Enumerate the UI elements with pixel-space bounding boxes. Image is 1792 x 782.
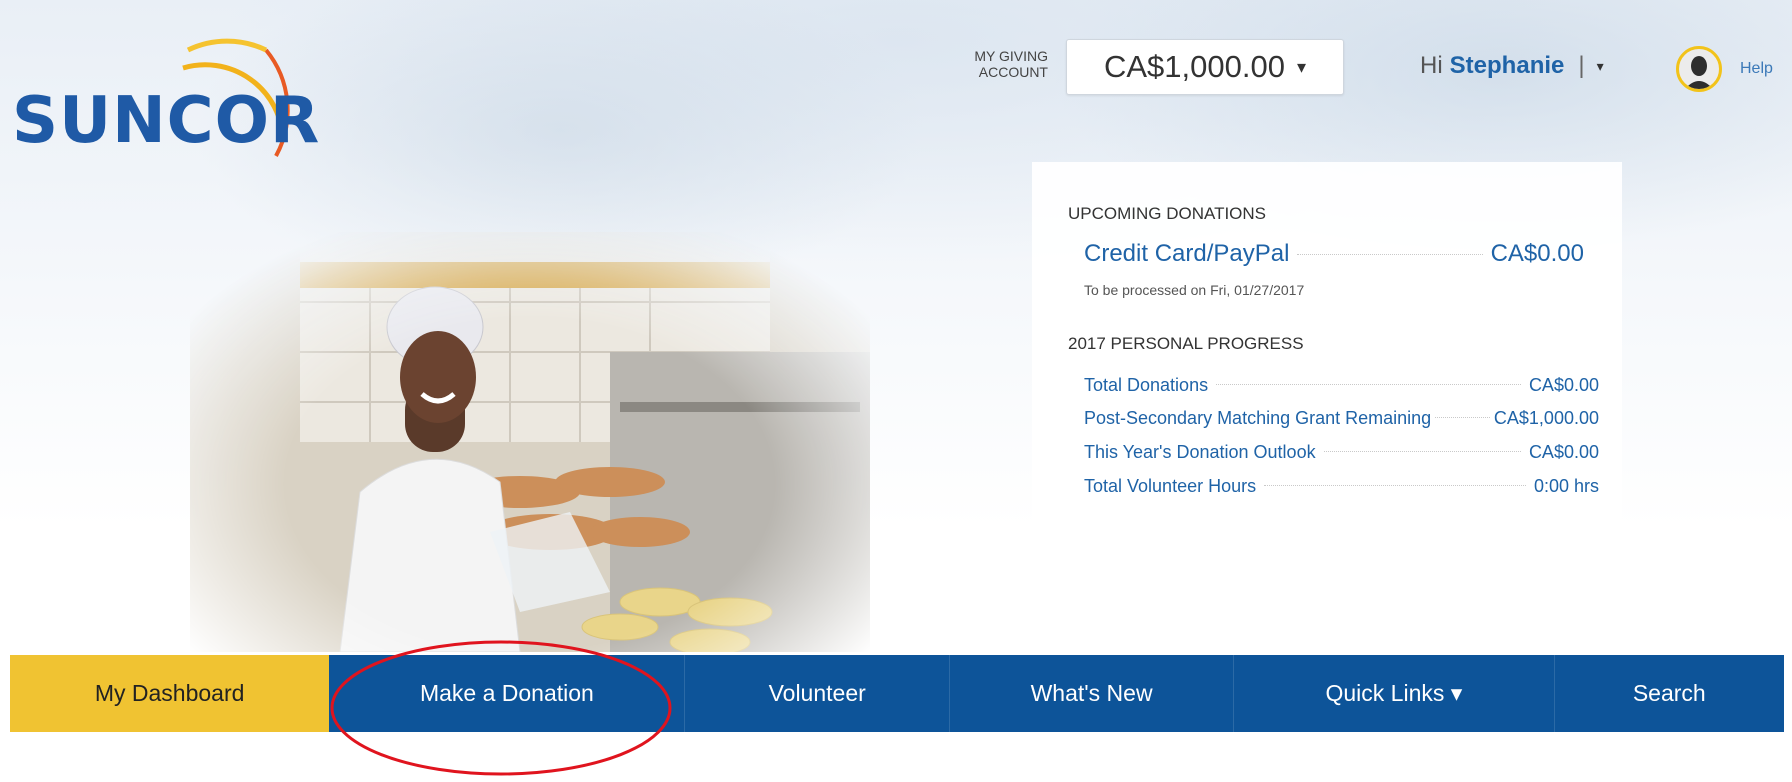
processing-date: To be processed on Fri, 01/27/2017 [1084,282,1305,298]
progress-label: Post-Secondary Matching Grant Remaining [1084,408,1432,428]
progress-value: CA$0.00 [1528,375,1599,395]
giving-account-dropdown[interactable]: CA$1,000.00 ▾ [1066,39,1344,95]
chevron-down-icon: ▾ [1296,56,1307,77]
dot-leader [1435,417,1490,418]
user-greeting: Hi Stephanie | ▾ [1420,52,1604,80]
upcoming-donation-row[interactable]: Credit Card/PayPal CA$0.00 [1084,240,1584,268]
user-menu-caret-icon[interactable]: ▾ [1597,58,1604,75]
dot-leader [1323,451,1521,452]
dot-leader [1264,485,1526,486]
progress-row[interactable]: This Year's Donation Outlook CA$0.00 [1084,442,1599,463]
user-name[interactable]: Stephanie [1450,52,1565,80]
progress-row[interactable]: Total Donations CA$0.00 [1084,375,1599,396]
avatar[interactable] [1676,46,1722,92]
personal-progress-title: 2017 PERSONAL PROGRESS [1068,334,1304,353]
giving-account-label: MY GIVING ACCOUNT [974,48,1048,80]
progress-row[interactable]: Post-Secondary Matching Grant Remaining … [1084,408,1599,429]
greeting-text: Hi [1420,52,1443,79]
progress-label: This Year's Donation Outlook [1084,442,1316,462]
upcoming-amount: CA$0.00 [1490,240,1584,267]
progress-label: Total Volunteer Hours [1084,476,1257,496]
tab-quick-links[interactable]: Quick Links ▾ [1234,655,1555,732]
giving-account-balance: CA$1,000.00 [1103,49,1285,84]
progress-value: CA$1,000.00 [1493,408,1599,428]
progress-label: Total Donations [1084,375,1209,395]
payment-method: Credit Card/PayPal [1084,240,1290,267]
tab-search[interactable]: Search [1555,655,1784,732]
separator: | [1578,52,1585,79]
help-link[interactable]: Help [1740,60,1773,78]
hero-photo [190,232,870,656]
logo-wordmark: SUNCOR [12,84,321,158]
progress-value: CA$0.00 [1528,442,1599,462]
suncor-logo[interactable]: SUNCOR [8,28,319,158]
progress-row[interactable]: Total Volunteer Hours 0:00 hrs [1084,476,1599,497]
tab-my-dashboard[interactable]: My Dashboard [10,655,330,732]
dot-leader [1216,384,1521,385]
dot-leader [1297,254,1483,255]
tab-whats-new[interactable]: What's New [950,655,1235,732]
upcoming-donations-title: UPCOMING DONATIONS [1068,204,1267,223]
summary-panel: UPCOMING DONATIONS Credit Card/PayPal CA… [1032,162,1622,614]
progress-value: 0:00 hrs [1533,476,1599,496]
main-nav: My Dashboard Make a Donation Volunteer W… [10,655,1784,732]
tab-volunteer[interactable]: Volunteer [685,655,950,732]
tab-make-a-donation[interactable]: Make a Donation [329,655,686,732]
